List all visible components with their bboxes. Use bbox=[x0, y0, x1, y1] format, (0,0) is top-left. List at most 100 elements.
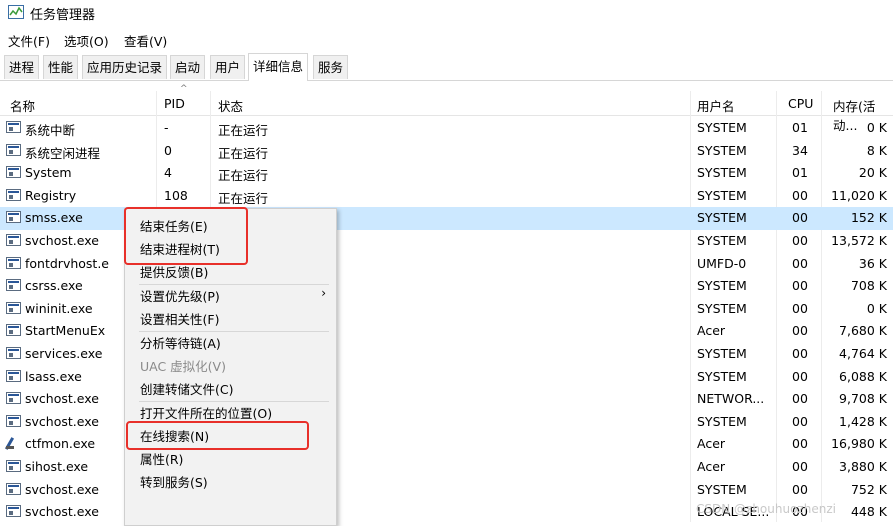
cell-user: SYSTEM bbox=[697, 187, 747, 203]
cell-name: ctfmon.exe bbox=[25, 436, 96, 452]
cell-name: 系统中断 bbox=[25, 123, 76, 138]
cell-user: SYSTEM bbox=[697, 346, 747, 361]
cell-memory: 0 K bbox=[866, 120, 887, 135]
cell-name: 系统空闲进程 bbox=[25, 145, 101, 161]
cell-user: UMFD-0 bbox=[697, 255, 747, 271]
cell-status: 正在运行 bbox=[218, 190, 269, 206]
tab-users[interactable]: 用户 bbox=[210, 55, 246, 79]
cell-user: SYSTEM bbox=[697, 413, 747, 429]
cell-memory: 8 K bbox=[866, 142, 887, 158]
table-row[interactable]: 系统中断 - 正在运行 SYSTEM 01 0 K bbox=[0, 117, 893, 140]
menu-separator bbox=[139, 331, 329, 332]
cell-name: svchost.exe bbox=[25, 413, 99, 429]
cell-cpu: 00 bbox=[792, 481, 808, 497]
table-row[interactable]: Registry 108 正在运行 SYSTEM 00 11,020 K bbox=[0, 185, 893, 208]
cell-cpu: 00 bbox=[792, 459, 808, 474]
cell-memory: 36 K bbox=[858, 255, 887, 271]
cell-cpu: 00 bbox=[792, 391, 808, 407]
table-row[interactable]: 系统空闲进程 0 正在运行 SYSTEM 34 8 K bbox=[0, 140, 893, 163]
menu-separator bbox=[139, 284, 329, 285]
cell-pid: 0 bbox=[164, 142, 172, 158]
menu-options[interactable]: 选项(O) bbox=[64, 31, 109, 50]
cell-memory: 20 K bbox=[858, 165, 887, 181]
process-window-icon bbox=[6, 482, 21, 495]
process-window-icon bbox=[6, 121, 21, 133]
process-window-icon bbox=[6, 324, 21, 337]
context-menu-item[interactable]: 创建转储文件(C) bbox=[140, 379, 233, 398]
cell-cpu: 01 bbox=[792, 120, 808, 135]
context-menu-item[interactable]: 分析等待链(A) bbox=[140, 333, 221, 352]
column-header-name[interactable]: 名称 bbox=[10, 96, 35, 115]
cell-cpu: 00 bbox=[792, 210, 808, 226]
context-menu-item[interactable]: 属性(R) bbox=[140, 449, 183, 468]
cell-name: StartMenuEx bbox=[25, 323, 106, 339]
context-menu-item[interactable]: 设置优先级(P) bbox=[140, 286, 220, 305]
column-header-status[interactable]: 状态 bbox=[218, 96, 243, 115]
cell-memory: 4,764 K bbox=[839, 346, 887, 361]
title-bar: 任务管理器 bbox=[0, 0, 893, 26]
cell-pid: - bbox=[164, 120, 169, 135]
cell-user: SYSTEM bbox=[697, 210, 747, 226]
highlight-box-open-location bbox=[126, 421, 309, 450]
menu-file[interactable]: 文件(F) bbox=[8, 31, 50, 50]
cell-user: Acer bbox=[697, 436, 726, 452]
process-window-icon bbox=[6, 279, 21, 292]
cell-cpu: 00 bbox=[792, 368, 808, 384]
cell-cpu: 00 bbox=[792, 255, 808, 271]
cell-memory: 1,428 K bbox=[839, 413, 887, 429]
cell-status: 正在运行 bbox=[218, 145, 269, 161]
menu-bar: 文件(F) 选项(O) 查看(V) bbox=[0, 28, 893, 50]
cell-name: System bbox=[25, 165, 72, 181]
column-header-pid[interactable]: PID bbox=[164, 96, 185, 111]
cell-name: lsass.exe bbox=[25, 368, 82, 384]
menu-view[interactable]: 查看(V) bbox=[124, 31, 167, 50]
table-row[interactable]: System 4 正在运行 SYSTEM 01 20 K bbox=[0, 162, 893, 185]
cell-memory: 13,572 K bbox=[831, 233, 887, 248]
cell-cpu: 00 bbox=[792, 436, 808, 452]
chevron-right-icon: › bbox=[321, 286, 326, 300]
cell-memory: 9,708 K bbox=[839, 391, 887, 407]
process-window-icon bbox=[6, 188, 21, 201]
tab-app-history[interactable]: 应用历史记录 bbox=[82, 55, 168, 79]
cell-cpu: 00 bbox=[792, 346, 808, 361]
tab-services[interactable]: 服务 bbox=[313, 55, 349, 79]
cell-name: svchost.exe bbox=[25, 504, 99, 520]
cell-memory: 0 K bbox=[866, 300, 887, 316]
cell-name: wininit.exe bbox=[25, 300, 93, 316]
cell-status: 正在运行 bbox=[218, 123, 269, 138]
tab-processes[interactable]: 进程 bbox=[4, 55, 40, 79]
cell-name: fontdrvhost.e bbox=[25, 255, 109, 271]
window-title: 任务管理器 bbox=[30, 8, 96, 23]
cell-user: SYSTEM bbox=[697, 233, 747, 248]
tab-details[interactable]: 详细信息 bbox=[248, 53, 309, 81]
cell-memory: 11,020 K bbox=[831, 187, 887, 203]
cell-user: SYSTEM bbox=[697, 300, 747, 316]
context-menu-item[interactable]: 设置相关性(F) bbox=[140, 309, 219, 328]
task-manager-icon bbox=[8, 5, 24, 19]
process-window-icon bbox=[6, 301, 21, 314]
cell-name: sihost.exe bbox=[25, 459, 89, 474]
cell-user: NETWOR... bbox=[697, 391, 765, 407]
cell-name: svchost.exe bbox=[25, 481, 99, 497]
cell-cpu: 00 bbox=[792, 187, 808, 203]
tab-performance[interactable]: 性能 bbox=[43, 55, 79, 79]
table-header: 名称 PID 状态 用户名 CPU 内存(活动... bbox=[0, 91, 893, 133]
cell-user: SYSTEM bbox=[697, 368, 747, 384]
context-menu-item: UAC 虚拟化(V) bbox=[140, 359, 226, 374]
context-menu-item[interactable]: 打开文件所在的位置(O) bbox=[140, 403, 272, 422]
process-window-icon bbox=[6, 505, 21, 518]
process-window-icon bbox=[6, 460, 21, 472]
column-header-cpu[interactable]: CPU bbox=[788, 96, 813, 111]
column-header-user[interactable]: 用户名 bbox=[697, 96, 735, 115]
cell-name: svchost.exe bbox=[25, 391, 99, 407]
cell-name: svchost.exe bbox=[25, 233, 99, 248]
cell-memory: 16,980 K bbox=[831, 436, 887, 452]
cell-pid: 4 bbox=[164, 165, 172, 181]
cell-memory: 752 K bbox=[850, 481, 887, 497]
process-window-icon bbox=[6, 347, 21, 359]
tab-startup[interactable]: 启动 bbox=[170, 55, 206, 79]
process-window-icon bbox=[6, 166, 21, 179]
process-window-icon bbox=[6, 234, 21, 246]
context-menu-item[interactable]: 转到服务(S) bbox=[140, 472, 208, 491]
process-window-icon bbox=[6, 143, 21, 156]
